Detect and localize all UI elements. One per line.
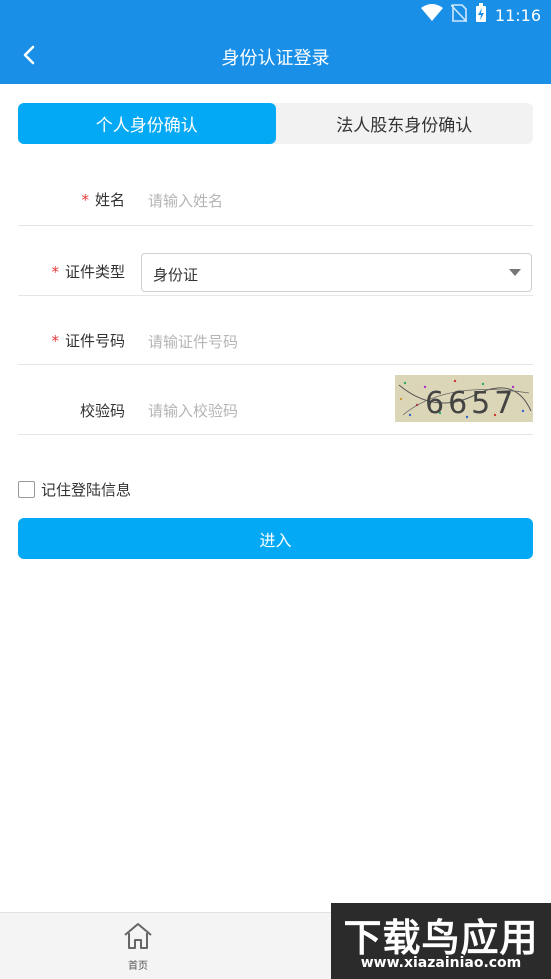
remember-checkbox[interactable] (18, 481, 35, 498)
watermark-url: www.xiazainiao.com (360, 955, 522, 971)
captcha-input[interactable] (148, 399, 368, 423)
required-mark: * (81, 191, 89, 209)
captcha-text: 6657 (425, 386, 517, 421)
name-label-text: 姓名 (94, 191, 125, 209)
id-type-label: * 证件类型 (51, 261, 125, 282)
app-bar: 身份认证登录 (0, 30, 551, 84)
nav-home-label: 首页 (128, 961, 148, 972)
required-mark: * (51, 332, 59, 350)
captcha-label: 校验码 (79, 402, 125, 420)
status-icons: 11:16 (420, 3, 541, 27)
id-type-value: 身份证 (153, 266, 199, 284)
id-number-label-text: 证件号码 (64, 332, 125, 350)
watermark-title: 下载鸟应用 (343, 916, 539, 960)
remember-label: 记住登陆信息 (41, 481, 132, 499)
nav-home[interactable]: 首页 (112, 921, 164, 972)
name-label: * 姓名 (81, 189, 125, 210)
tab-personal-identity[interactable]: 个人身份确认 (18, 103, 276, 144)
enter-button[interactable]: 进入 (18, 518, 533, 559)
remember-login-toggle[interactable]: 记住登陆信息 (18, 479, 131, 500)
tab-legal-shareholder-identity[interactable]: 法人股东身份确认 (276, 103, 534, 144)
id-type-row: * 证件类型 身份证 (18, 226, 533, 296)
id-type-label-text: 证件类型 (64, 263, 125, 281)
name-row: * 姓名 (18, 175, 533, 226)
watermark: 下载鸟应用 www.xiazainiao.com (331, 903, 551, 979)
required-mark: * (51, 263, 59, 281)
id-number-row: * 证件号码 (18, 296, 533, 365)
wifi-icon (420, 4, 443, 26)
status-time: 11:16 (494, 5, 541, 25)
dropdown-arrow-icon (509, 269, 521, 276)
name-input[interactable] (148, 189, 388, 213)
captcha-image[interactable]: 6657 (395, 375, 533, 422)
id-type-select[interactable]: 身份证 (141, 253, 532, 292)
id-number-label: * 证件号码 (51, 330, 125, 351)
page-title: 身份认证登录 (221, 48, 330, 69)
no-sim-icon (450, 4, 468, 26)
captcha-row: 校验码 6657 (18, 365, 533, 435)
status-bar: 11:16 (0, 0, 551, 30)
id-number-input[interactable] (148, 330, 388, 354)
home-icon (122, 921, 154, 955)
identity-tabs: 个人身份确认 法人股东身份确认 (18, 103, 533, 144)
battery-charging-icon (475, 3, 487, 27)
